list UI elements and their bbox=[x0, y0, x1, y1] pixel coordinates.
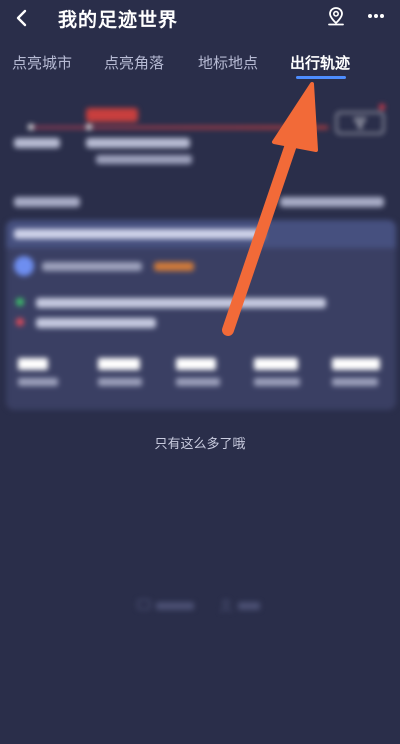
page-title: 我的足迹世界 bbox=[58, 10, 179, 31]
tab-点亮角落[interactable]: 点亮角落 bbox=[104, 52, 164, 73]
tab-地标地点[interactable]: 地标地点 bbox=[198, 52, 258, 73]
bottom-action-feedback[interactable] bbox=[136, 598, 194, 614]
end-point-dot bbox=[16, 318, 24, 326]
top-bar: 我的足迹世界 bbox=[0, 0, 400, 36]
trip-time bbox=[42, 262, 142, 271]
route-destination-label bbox=[86, 138, 190, 148]
route-tag bbox=[86, 108, 138, 122]
map-pin-icon bbox=[328, 7, 344, 26]
chevron-left-icon bbox=[16, 9, 27, 27]
year-label bbox=[14, 197, 80, 207]
tab-点亮城市[interactable]: 点亮城市 bbox=[12, 52, 72, 73]
route-detail-label bbox=[96, 155, 192, 164]
filter-button[interactable] bbox=[336, 112, 384, 134]
user-icon bbox=[220, 599, 232, 613]
more-horizontal-icon bbox=[368, 14, 384, 18]
stat-item bbox=[98, 358, 142, 386]
card-banner bbox=[6, 220, 396, 248]
route-line bbox=[28, 126, 328, 129]
route-start-dot bbox=[28, 124, 34, 130]
stat-item bbox=[18, 358, 58, 386]
stat-item bbox=[332, 358, 380, 386]
active-tab-indicator bbox=[296, 76, 346, 79]
end-point-address bbox=[36, 318, 156, 328]
start-point-address bbox=[36, 298, 326, 308]
end-of-list-note: 只有这么多了哦 bbox=[154, 436, 246, 451]
tab-bar: 点亮城市 点亮角落 地标地点 出行轨迹 bbox=[0, 48, 400, 79]
more-button[interactable] bbox=[366, 6, 386, 26]
bottom-actions bbox=[0, 598, 400, 622]
route-origin-label bbox=[14, 138, 60, 148]
tab-出行轨迹[interactable]: 出行轨迹 bbox=[290, 52, 350, 73]
filter-icon bbox=[354, 118, 366, 129]
filter-badge-dot bbox=[379, 104, 385, 110]
start-point-dot bbox=[16, 298, 24, 306]
trip-summary-label bbox=[280, 197, 384, 207]
stat-item bbox=[254, 358, 300, 386]
avatar bbox=[14, 256, 34, 276]
chat-icon bbox=[137, 599, 151, 610]
route-mid-dot bbox=[86, 124, 92, 130]
back-button[interactable] bbox=[10, 6, 34, 30]
map-pin-button[interactable] bbox=[325, 5, 347, 27]
bottom-action-help[interactable] bbox=[218, 598, 260, 614]
stat-item bbox=[176, 358, 220, 386]
trip-stats bbox=[6, 358, 396, 408]
trip-tag bbox=[154, 262, 194, 271]
